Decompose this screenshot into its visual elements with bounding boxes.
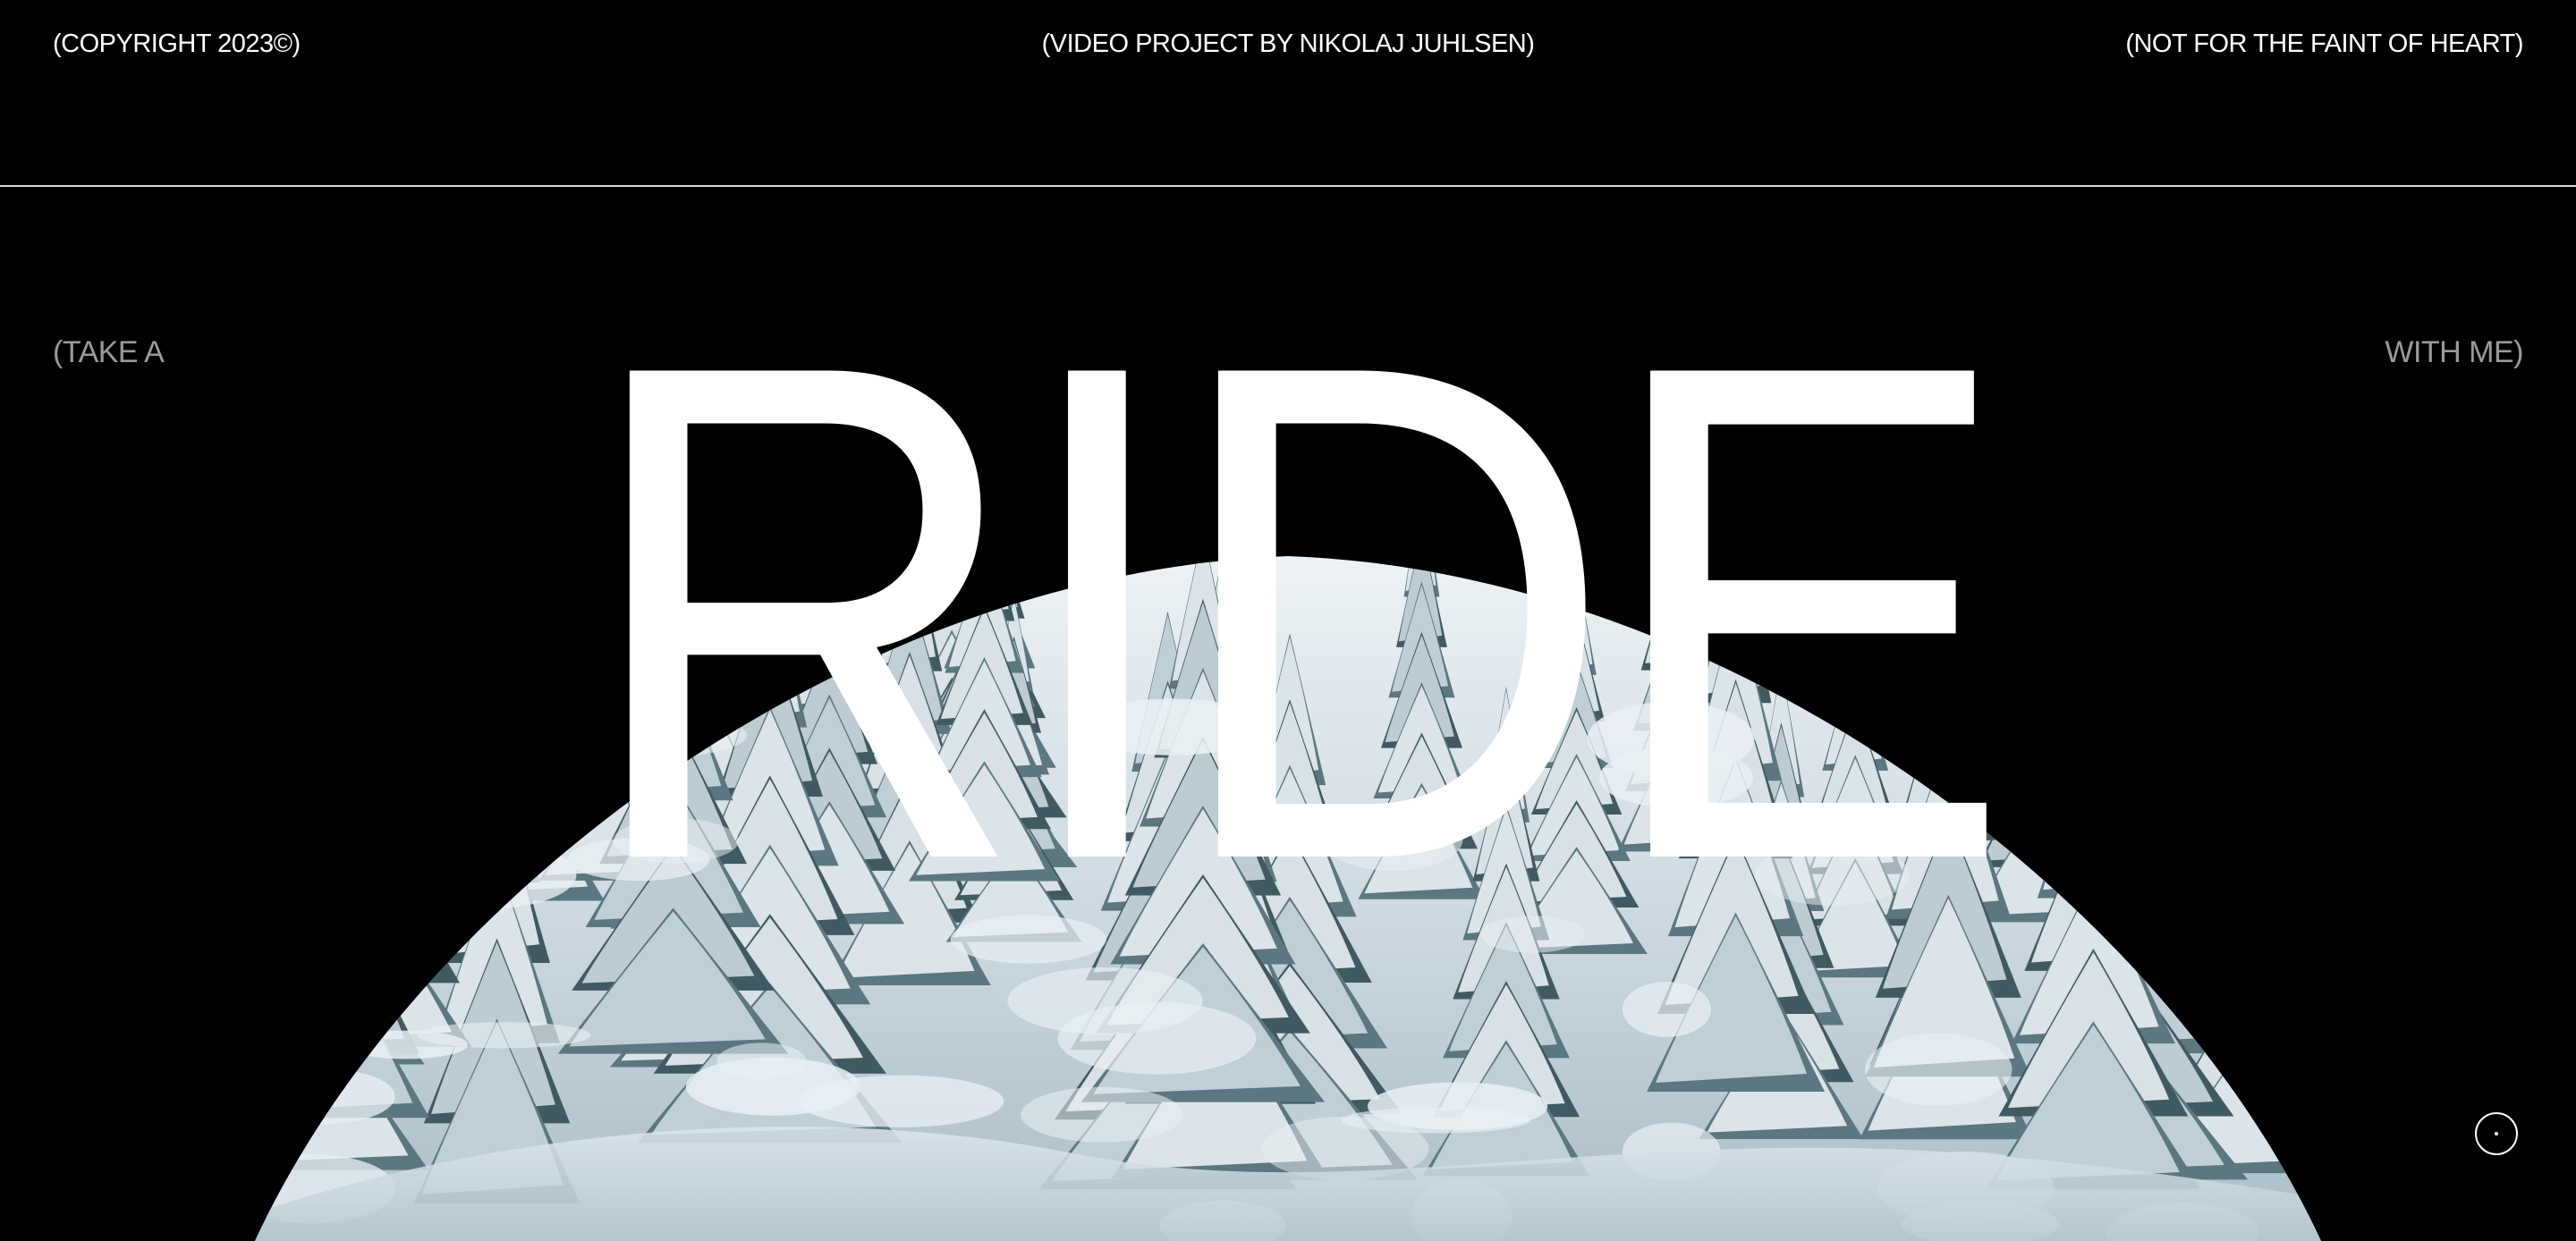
hero-scene: RIDE bbox=[255, 218, 2321, 1241]
scroll-indicator-dot bbox=[2495, 1132, 2498, 1135]
scroll-indicator-icon[interactable] bbox=[2475, 1112, 2518, 1155]
hero-title: RIDE bbox=[579, 218, 1997, 1007]
